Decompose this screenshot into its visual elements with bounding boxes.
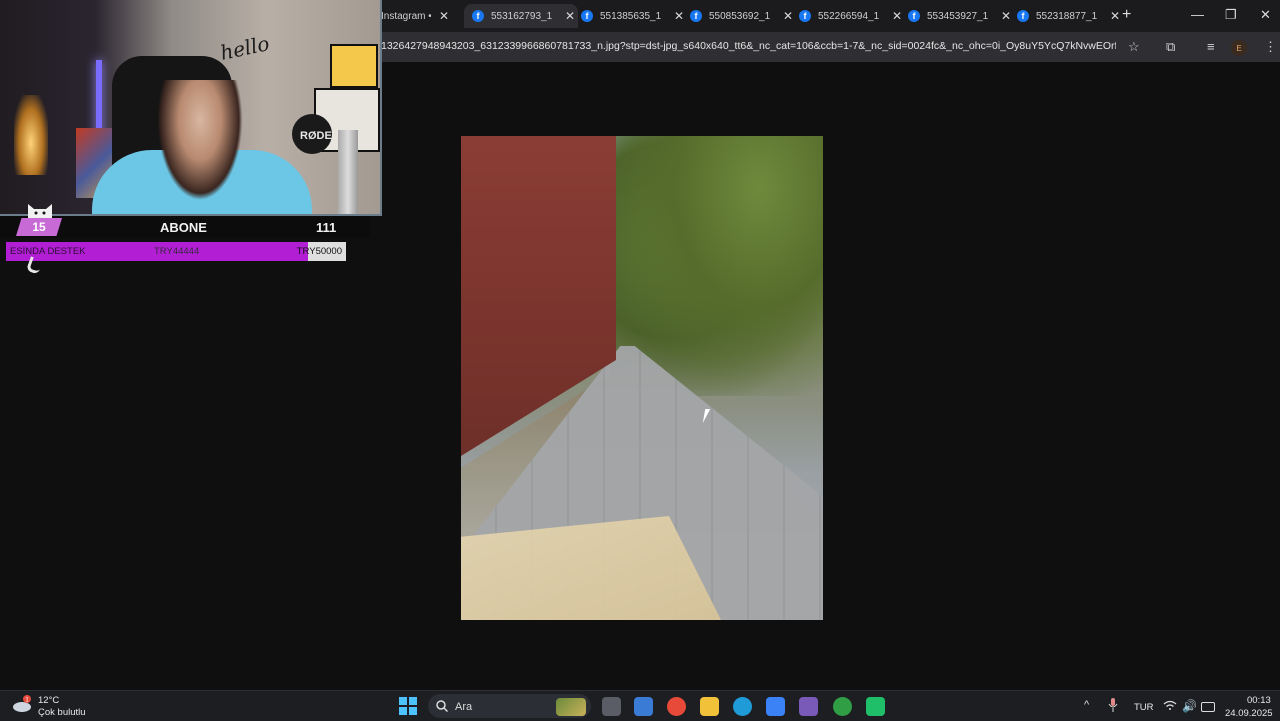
- subscriber-label: ABONE: [160, 220, 207, 235]
- microphone-icon[interactable]: [1108, 698, 1118, 712]
- tab-title: 551385635_1: [600, 10, 662, 22]
- bookmark-star-icon[interactable]: ☆: [1128, 39, 1140, 55]
- lamp: [14, 95, 48, 175]
- tab-title: 552266594_1: [818, 10, 880, 22]
- subscriber-goal: 111: [316, 220, 337, 235]
- search-icon: [436, 700, 448, 712]
- close-icon[interactable]: ✕: [1110, 9, 1120, 23]
- copilot-icon[interactable]: [634, 697, 653, 716]
- tab-title: 553162793_1: [491, 10, 553, 22]
- windows-start-icon[interactable]: [399, 697, 417, 715]
- facebook-icon: f: [799, 10, 811, 22]
- microsoft-store-icon[interactable]: [766, 697, 785, 716]
- facebook-icon: f: [472, 10, 484, 22]
- webcam-overlay: hello RØDE: [0, 0, 382, 216]
- close-icon[interactable]: ✕: [892, 9, 902, 23]
- facebook-icon: f: [581, 10, 593, 22]
- tab-instagram[interactable]: Instagram • M ✕: [381, 4, 463, 28]
- browser-menu-icon[interactable]: ⋮: [1264, 39, 1277, 55]
- tab-title: 552318877_1: [1036, 10, 1098, 22]
- close-icon[interactable]: ✕: [565, 9, 575, 23]
- tab-image[interactable]: f 553453927_1 ✕: [908, 4, 1011, 28]
- donation-goal: TRY50000: [296, 246, 342, 257]
- tab-image[interactable]: f 551385635_1 ✕: [581, 4, 684, 28]
- tab-image[interactable]: f 552266594_1 ✕: [799, 4, 902, 28]
- search-placeholder: Ara: [455, 701, 473, 713]
- xbox-icon[interactable]: [833, 697, 852, 716]
- tab-title: Instagram • M: [381, 10, 431, 22]
- close-icon[interactable]: ✕: [1001, 9, 1011, 23]
- weather-temperature[interactable]: 12°C: [38, 695, 59, 706]
- file-explorer-icon[interactable]: [700, 697, 719, 716]
- weather-description[interactable]: Çok bulutlu: [38, 707, 86, 718]
- camera-app-icon[interactable]: [799, 697, 818, 716]
- profile-avatar[interactable]: E: [1231, 40, 1247, 56]
- language-indicator[interactable]: TUR: [1134, 702, 1154, 713]
- facebook-icon: f: [1017, 10, 1029, 22]
- chrome-icon[interactable]: [667, 697, 686, 716]
- media-controls-icon[interactable]: ≡: [1207, 39, 1215, 54]
- new-tab-button[interactable]: +: [1122, 6, 1131, 24]
- search-highlight-image: [556, 698, 586, 716]
- close-icon[interactable]: ✕: [674, 9, 684, 23]
- donation-goal-bar: ESİNDA DESTEK TRY44444 TRY50000: [6, 242, 346, 261]
- battery-icon[interactable]: [1201, 702, 1215, 712]
- clock-time[interactable]: 00:13: [1247, 695, 1271, 706]
- cat-icon: [28, 204, 52, 218]
- close-icon[interactable]: ✕: [439, 9, 449, 23]
- task-view-icon[interactable]: [602, 697, 621, 716]
- donation-label: ESİNDA DESTEK: [10, 246, 86, 257]
- wifi-icon[interactable]: [1163, 700, 1177, 710]
- address-bar[interactable]: 1326427948943203_6312339966860781733_n.j…: [381, 40, 1116, 52]
- edge-icon[interactable]: [733, 697, 752, 716]
- viewed-photo: [461, 136, 823, 620]
- clock-date[interactable]: 24.09.2025: [1225, 708, 1273, 719]
- close-icon[interactable]: ✕: [783, 9, 793, 23]
- microphone-brand: RØDE: [300, 130, 332, 142]
- streamer: [150, 80, 250, 214]
- close-window-button[interactable]: ✕: [1260, 7, 1271, 23]
- maximize-button[interactable]: ❐: [1225, 7, 1237, 23]
- tab-title: 550853692_1: [709, 10, 771, 22]
- tab-image-active[interactable]: f 553162793_1 ✕: [464, 4, 578, 28]
- media-app-icon[interactable]: [866, 697, 885, 716]
- extensions-icon[interactable]: ⧉: [1166, 39, 1175, 55]
- subscriber-count-badge: 15: [16, 218, 62, 236]
- microphone-stand: [338, 130, 358, 214]
- donation-current: TRY44444: [154, 246, 200, 257]
- weather-cloud-icon[interactable]: 1: [12, 695, 32, 713]
- tab-image[interactable]: f 550853692_1 ✕: [690, 4, 793, 28]
- tab-image[interactable]: f 552318877_1 ✕: [1017, 4, 1120, 28]
- volume-icon[interactable]: 🔊: [1182, 699, 1197, 713]
- facebook-icon: f: [690, 10, 702, 22]
- hello-wall-decal: hello: [218, 31, 272, 65]
- minimize-button[interactable]: —: [1191, 7, 1204, 22]
- picture-frame: [330, 44, 378, 88]
- tab-title: 553453927_1: [927, 10, 989, 22]
- tray-overflow-chevron-icon[interactable]: ^: [1084, 699, 1089, 711]
- facebook-icon: f: [908, 10, 920, 22]
